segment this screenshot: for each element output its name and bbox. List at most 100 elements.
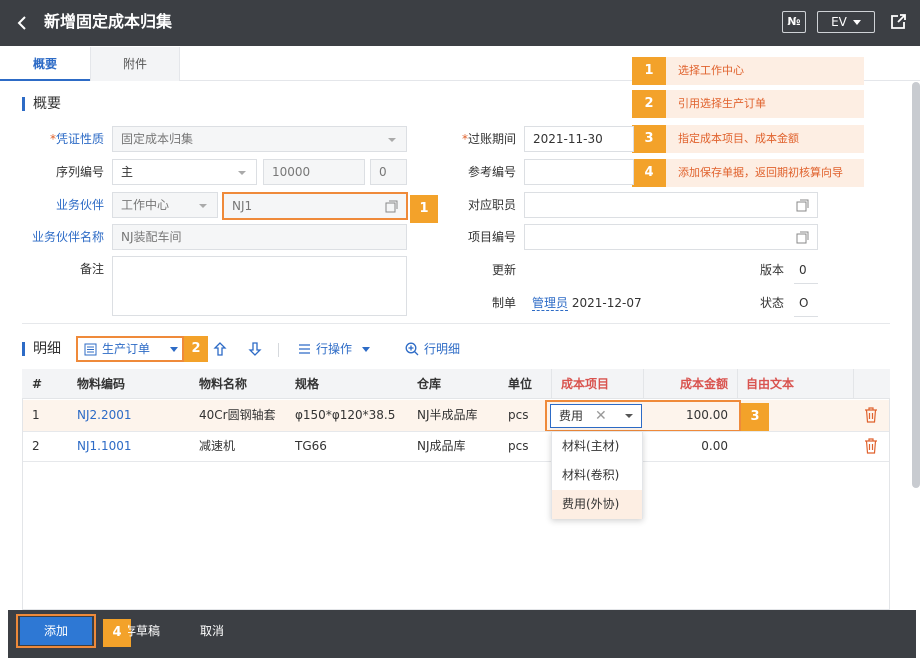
reference-lookup-icon[interactable] bbox=[385, 200, 398, 213]
cell-material-code[interactable]: NJ1.1001 bbox=[77, 431, 132, 461]
back-arrow-icon[interactable] bbox=[14, 14, 32, 32]
source-order-dropdown[interactable]: 生产订单 bbox=[76, 336, 184, 362]
col-header: 成本金额 bbox=[680, 377, 729, 391]
col-header: # bbox=[32, 377, 43, 391]
summary-section-title: 概要 bbox=[33, 96, 61, 112]
step-badge-4: 4 bbox=[103, 619, 131, 647]
caret-down-icon bbox=[199, 204, 207, 208]
step-badge-2: 2 bbox=[184, 336, 208, 362]
serial-label: 序列编号 bbox=[55, 165, 104, 179]
tab-overview[interactable]: 概要 bbox=[0, 47, 90, 81]
project-field[interactable] bbox=[524, 224, 818, 250]
updated-label: 更新 bbox=[491, 263, 516, 277]
list-lines-icon bbox=[299, 344, 310, 354]
cell-material-code[interactable]: NJ2.2001 bbox=[77, 400, 132, 430]
page-title: 新增固定成本归集 bbox=[44, 12, 173, 31]
project-label: 项目编号 bbox=[467, 230, 516, 244]
col-divider bbox=[737, 369, 738, 399]
reference-lookup-icon[interactable] bbox=[796, 199, 809, 212]
cell-row-no: 2 bbox=[32, 439, 40, 453]
col-header: 仓库 bbox=[417, 377, 442, 391]
callout-step-1: 1 选择工作中心 bbox=[632, 57, 864, 85]
callout-number: 2 bbox=[632, 90, 666, 118]
ev-dropdown-button[interactable]: EV bbox=[817, 11, 875, 33]
employee-field[interactable] bbox=[524, 192, 818, 218]
period-date-field[interactable]: 2021-11-30 bbox=[524, 126, 634, 152]
caret-down-icon[interactable] bbox=[625, 414, 633, 418]
cost-item-combobox[interactable]: 费用 ✕ bbox=[550, 404, 642, 428]
cell-warehouse: NJ成品库 bbox=[417, 439, 466, 453]
cell-cost-amount[interactable]: 0.00 bbox=[644, 431, 728, 461]
voucher-type-label: *凭证性质 bbox=[49, 132, 104, 146]
partner-label: 业务伙伴 bbox=[55, 198, 104, 212]
cancel-button[interactable]: 取消 bbox=[200, 617, 224, 645]
cell-cost-amount[interactable]: 100.00 bbox=[644, 400, 728, 430]
source-order-label: 生产订单 bbox=[102, 342, 151, 356]
status-label: 状态 bbox=[760, 296, 785, 310]
employee-label: 对应职员 bbox=[467, 198, 516, 212]
partner-code-field[interactable]: NJ1 bbox=[222, 192, 408, 220]
cell-unit: pcs bbox=[508, 408, 529, 422]
save-draft-button[interactable]: 存草稿 bbox=[128, 617, 160, 645]
serial-number-field: 10000 bbox=[263, 159, 365, 185]
clear-icon[interactable]: ✕ bbox=[595, 405, 607, 427]
callout-number: 3 bbox=[632, 125, 666, 153]
trash-icon[interactable] bbox=[864, 407, 878, 423]
cell-material-name: 40Cr圆钢轴套 bbox=[199, 408, 276, 422]
divider bbox=[22, 323, 890, 324]
share-export-icon[interactable] bbox=[889, 13, 907, 31]
move-down-icon[interactable] bbox=[247, 341, 263, 357]
cell-row-no: 1 bbox=[32, 408, 40, 422]
caret-down-icon bbox=[238, 171, 246, 175]
creator-user-link[interactable]: 管理员 bbox=[532, 296, 569, 311]
partner-name-field: NJ装配车间 bbox=[112, 224, 407, 250]
caret-down-icon bbox=[852, 20, 861, 25]
row-divider bbox=[23, 461, 889, 462]
number-button[interactable]: № bbox=[782, 11, 806, 33]
col-header: 成本项目 bbox=[561, 377, 610, 391]
period-label: *过账期间 bbox=[461, 132, 516, 146]
tab-attachments[interactable]: 附件 bbox=[90, 47, 180, 81]
col-header: 物料名称 bbox=[199, 377, 248, 391]
caret-down-icon bbox=[362, 347, 370, 352]
row-operations-label: 行操作 bbox=[316, 342, 353, 356]
col-header: 单位 bbox=[508, 377, 533, 391]
callout-number: 1 bbox=[632, 57, 666, 85]
status-value: O bbox=[794, 290, 818, 317]
caret-down-icon bbox=[170, 347, 178, 352]
cell-spec: φ150*φ120*38.5 bbox=[295, 408, 396, 422]
vertical-scrollbar[interactable] bbox=[912, 82, 920, 488]
callout-text: 引用选择生产订单 bbox=[678, 97, 766, 110]
add-button[interactable]: 添加 bbox=[20, 617, 92, 645]
ref-no-field[interactable] bbox=[524, 159, 634, 185]
remark-label: 备注 bbox=[79, 262, 104, 276]
callout-text: 添加保存单据，返回期初核算向导 bbox=[678, 166, 843, 179]
trash-icon[interactable] bbox=[864, 438, 878, 454]
creator-value: 管理员 2021-12-07 bbox=[532, 296, 642, 311]
dropdown-option[interactable]: 材料(主材) bbox=[552, 432, 642, 461]
version-value: 0 bbox=[794, 257, 818, 284]
dropdown-option[interactable]: 材料(卷积) bbox=[552, 461, 642, 490]
reference-lookup-icon[interactable] bbox=[796, 231, 809, 244]
serial-select[interactable]: 主 bbox=[112, 159, 257, 185]
callout-text: 指定成本项目、成本金额 bbox=[678, 132, 799, 145]
remark-textarea[interactable] bbox=[112, 256, 407, 316]
section-marker bbox=[22, 97, 25, 111]
cell-unit: pcs bbox=[508, 439, 529, 453]
row-detail-label: 行明细 bbox=[424, 342, 461, 356]
serial-extra-field: 0 bbox=[370, 159, 407, 185]
dropdown-option-selected[interactable]: 费用(外协) bbox=[552, 490, 642, 519]
move-up-icon[interactable] bbox=[212, 341, 228, 357]
step-badge-3: 3 bbox=[741, 403, 769, 431]
callout-number: 4 bbox=[632, 159, 666, 187]
partner-type-select[interactable]: 工作中心 bbox=[112, 192, 218, 218]
row-detail-button[interactable]: 行明细 bbox=[405, 339, 465, 359]
col-header: 自由文本 bbox=[746, 377, 795, 391]
detail-section-title: 明细 bbox=[33, 341, 61, 357]
section-marker bbox=[22, 342, 25, 356]
callout-step-2: 2 引用选择生产订单 bbox=[632, 90, 864, 118]
voucher-type-select[interactable]: 固定成本归集 bbox=[112, 126, 407, 152]
document-list-icon bbox=[84, 343, 97, 356]
cell-spec: TG66 bbox=[295, 439, 327, 453]
row-operations-dropdown[interactable]: 行操作 bbox=[298, 339, 374, 359]
